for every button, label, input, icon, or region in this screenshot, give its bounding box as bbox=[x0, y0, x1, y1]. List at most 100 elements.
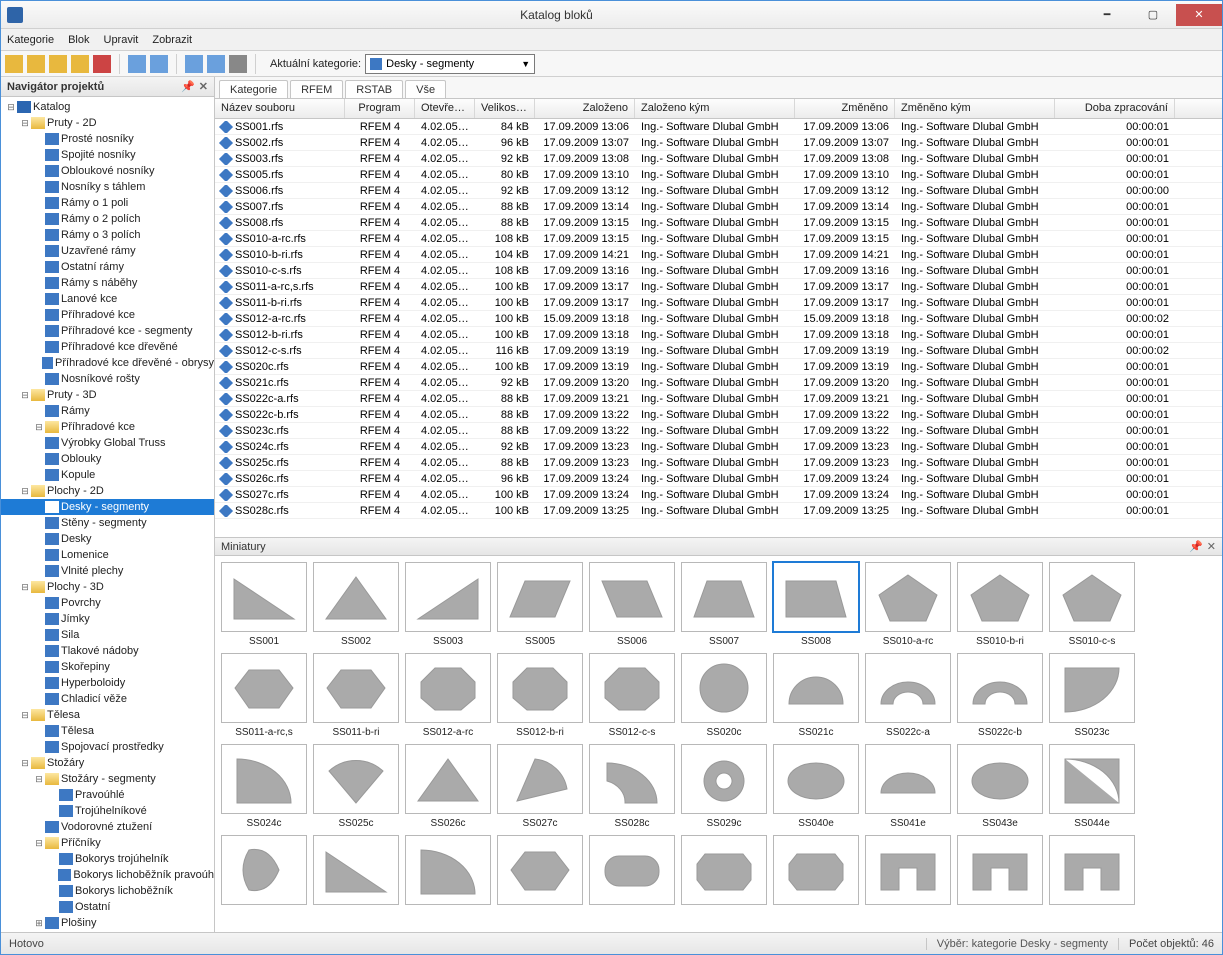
thumbnail[interactable]: SS010-c-s bbox=[1049, 562, 1135, 647]
table-row[interactable]: SS010-c-s.rfsRFEM 44.02.0520108 kB17.09.… bbox=[215, 263, 1222, 279]
tree-item[interactable]: ⊟Příčníky bbox=[1, 835, 214, 851]
thumbnail[interactable]: SS005 bbox=[497, 562, 583, 647]
thumbnail[interactable] bbox=[221, 835, 307, 909]
maximize-button[interactable]: ▢ bbox=[1130, 4, 1176, 26]
tree-item[interactable]: ⊟Příhradové kce bbox=[1, 419, 214, 435]
close-button[interactable]: ✕ bbox=[1176, 4, 1222, 26]
tree-item[interactable]: ⊟Katalog bbox=[1, 99, 214, 115]
tree-item[interactable]: ⊟Tělesa bbox=[1, 707, 214, 723]
thumbnail[interactable] bbox=[1049, 835, 1135, 909]
tree-item[interactable]: Vlnité plechy bbox=[1, 563, 214, 579]
tree-item[interactable]: Skořepiny bbox=[1, 659, 214, 675]
tool-saveall-icon[interactable] bbox=[71, 55, 89, 73]
table-row[interactable]: SS007.rfsRFEM 44.02.052088 kB17.09.2009 … bbox=[215, 199, 1222, 215]
thumbnail[interactable]: SS023c bbox=[1049, 653, 1135, 738]
tree-item[interactable]: ⊟Stožáry bbox=[1, 755, 214, 771]
thumbnail[interactable] bbox=[681, 835, 767, 909]
column-header[interactable]: Změněno kým bbox=[895, 99, 1055, 118]
thumbnail[interactable]: SS007 bbox=[681, 562, 767, 647]
tree-item[interactable]: ⊟Plochy - 2D bbox=[1, 483, 214, 499]
tree-item[interactable]: Lomenice bbox=[1, 547, 214, 563]
tree-item[interactable]: Rámy s náběhy bbox=[1, 275, 214, 291]
tree-item[interactable]: Spojovací prostředky bbox=[1, 739, 214, 755]
tool-grid-icon[interactable] bbox=[185, 55, 203, 73]
thumbnail[interactable]: SS028c bbox=[589, 744, 675, 829]
thumbnail[interactable]: SS012-b-ri bbox=[497, 653, 583, 738]
tree-item[interactable]: ⊞Plošiny bbox=[1, 915, 214, 931]
tree-item[interactable]: Desky bbox=[1, 531, 214, 547]
thumbnail[interactable]: SS022c-b bbox=[957, 653, 1043, 738]
grid-body[interactable]: SS001.rfsRFEM 44.02.052084 kB17.09.2009 … bbox=[215, 119, 1222, 537]
tree-item[interactable]: Nosníky s táhlem bbox=[1, 179, 214, 195]
menu-blok[interactable]: Blok bbox=[68, 34, 89, 46]
tree-item[interactable]: Rámy o 3 polích bbox=[1, 227, 214, 243]
tree-item[interactable]: Vodorovné ztužení bbox=[1, 819, 214, 835]
column-header[interactable]: Změněno bbox=[795, 99, 895, 118]
minimize-button[interactable]: ━ bbox=[1084, 4, 1130, 26]
tree-item[interactable]: Bokorys trojúhelník bbox=[1, 851, 214, 867]
tree-item[interactable]: Rámy o 2 polích bbox=[1, 211, 214, 227]
tree-item[interactable]: Pravoúhlé bbox=[1, 787, 214, 803]
thumbnail[interactable]: SS026c bbox=[405, 744, 491, 829]
thumbnail[interactable]: SS010-a-rc bbox=[865, 562, 951, 647]
tree-item[interactable]: Chladicí věže bbox=[1, 691, 214, 707]
table-row[interactable]: SS023c.rfsRFEM 44.02.052088 kB17.09.2009… bbox=[215, 423, 1222, 439]
thumbnail[interactable]: SS024c bbox=[221, 744, 307, 829]
navigator-tree[interactable]: ⊟Katalog⊟Pruty - 2DProsté nosníkySpojité… bbox=[1, 97, 214, 932]
table-row[interactable]: SS001.rfsRFEM 44.02.052084 kB17.09.2009 … bbox=[215, 119, 1222, 135]
tree-item[interactable]: Lanové kce bbox=[1, 291, 214, 307]
tree-item[interactable]: Tělesa bbox=[1, 723, 214, 739]
table-row[interactable]: SS011-b-ri.rfsRFEM 44.02.0520100 kB17.09… bbox=[215, 295, 1222, 311]
tree-item[interactable]: Kopule bbox=[1, 467, 214, 483]
tree-item[interactable]: Ostatní rámy bbox=[1, 259, 214, 275]
column-header[interactable]: Program bbox=[345, 99, 415, 118]
tool-open-icon[interactable] bbox=[27, 55, 45, 73]
thumbnail[interactable]: SS044e bbox=[1049, 744, 1135, 829]
thumbnail[interactable] bbox=[497, 835, 583, 909]
tab-rstab[interactable]: RSTAB bbox=[345, 80, 403, 98]
thumbnail[interactable]: SS043e bbox=[957, 744, 1043, 829]
category-combo[interactable]: Desky - segmenty ▼ bbox=[365, 54, 535, 74]
table-row[interactable]: SS022c-b.rfsRFEM 44.02.052088 kB17.09.20… bbox=[215, 407, 1222, 423]
table-row[interactable]: SS008.rfsRFEM 44.02.052088 kB17.09.2009 … bbox=[215, 215, 1222, 231]
thumbnail[interactable]: SS021c bbox=[773, 653, 859, 738]
thumbnail[interactable]: SS003 bbox=[405, 562, 491, 647]
pin-icon[interactable]: 📌 bbox=[1189, 540, 1203, 553]
tree-item[interactable]: Povrchy bbox=[1, 595, 214, 611]
tool-paste-icon[interactable] bbox=[150, 55, 168, 73]
tree-item[interactable]: Rámy o 1 poli bbox=[1, 195, 214, 211]
tree-item[interactable]: Hyperboloidy bbox=[1, 675, 214, 691]
tab-vše[interactable]: Vše bbox=[405, 80, 446, 98]
table-row[interactable]: SS012-c-s.rfsRFEM 44.02.0520116 kB17.09.… bbox=[215, 343, 1222, 359]
tree-item[interactable]: Bokorys lichoběžník bbox=[1, 883, 214, 899]
thumbnail[interactable]: SS012-a-rc bbox=[405, 653, 491, 738]
thumbnail[interactable]: SS008 bbox=[773, 562, 859, 647]
thumbnail[interactable]: SS020c bbox=[681, 653, 767, 738]
column-header[interactable]: Otevřeno… bbox=[415, 99, 475, 118]
table-row[interactable]: SS028c.rfsRFEM 44.02.0520100 kB17.09.200… bbox=[215, 503, 1222, 519]
panel-close-icon[interactable]: ✕ bbox=[199, 80, 208, 93]
table-row[interactable]: SS021c.rfsRFEM 44.02.052092 kB17.09.2009… bbox=[215, 375, 1222, 391]
tree-item[interactable]: Uzavřené rámy bbox=[1, 243, 214, 259]
thumbnail[interactable]: SS011-b-ri bbox=[313, 653, 399, 738]
tool-refresh-icon[interactable] bbox=[229, 55, 247, 73]
thumbnail[interactable] bbox=[957, 835, 1043, 909]
tree-item[interactable]: Nosníkové rošty bbox=[1, 371, 214, 387]
tree-item[interactable]: Příhradové kce dřevěné bbox=[1, 339, 214, 355]
tree-item[interactable]: ⊟Plochy - 3D bbox=[1, 579, 214, 595]
table-row[interactable]: SS012-b-ri.rfsRFEM 44.02.0520100 kB17.09… bbox=[215, 327, 1222, 343]
table-row[interactable]: SS024c.rfsRFEM 44.02.052092 kB17.09.2009… bbox=[215, 439, 1222, 455]
table-row[interactable]: SS027c.rfsRFEM 44.02.0520100 kB17.09.200… bbox=[215, 487, 1222, 503]
thumbnail[interactable]: SS029c bbox=[681, 744, 767, 829]
tool-copy-icon[interactable] bbox=[128, 55, 146, 73]
thumbnail[interactable]: SS002 bbox=[313, 562, 399, 647]
thumbnail[interactable] bbox=[773, 835, 859, 909]
table-row[interactable]: SS002.rfsRFEM 44.02.052096 kB17.09.2009 … bbox=[215, 135, 1222, 151]
table-row[interactable]: SS012-a-rc.rfsRFEM 44.02.0500100 kB15.09… bbox=[215, 311, 1222, 327]
tree-item[interactable]: Bokorys lichoběžník pravoúh bbox=[1, 867, 214, 883]
pin-icon[interactable]: 📌 bbox=[181, 80, 195, 93]
thumbnail[interactable] bbox=[405, 835, 491, 909]
tool-save-icon[interactable] bbox=[49, 55, 67, 73]
table-row[interactable]: SS010-b-ri.rfsRFEM 44.02.0520104 kB17.09… bbox=[215, 247, 1222, 263]
table-row[interactable]: SS022c-a.rfsRFEM 44.02.052088 kB17.09.20… bbox=[215, 391, 1222, 407]
